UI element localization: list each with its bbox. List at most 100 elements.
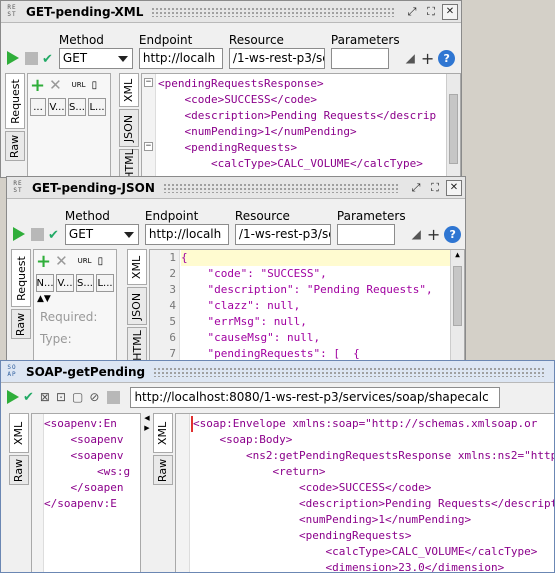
add-icon[interactable]: + — [421, 49, 434, 68]
xml-response-editor[interactable]: − − <pendingRequestsResponse> <code>SUCC… — [141, 73, 461, 177]
play-icon[interactable] — [13, 227, 25, 241]
resource-field[interactable]: /1-ws-rest-p3/se — [234, 224, 331, 245]
sort-arrows[interactable]: ▲▼ — [34, 294, 116, 304]
tab-html-label: HTML — [130, 329, 144, 361]
parameters-field[interactable] — [336, 224, 395, 245]
tab-xml[interactable]: XML — [119, 73, 139, 107]
endpoint-field[interactable]: http://localh — [144, 224, 229, 245]
window-get-pending-json: RE ST GET-pending-JSON ⤢ ⛶ ✕ ✔ Method GET… — [6, 176, 466, 362]
fold-icon[interactable]: − — [144, 78, 153, 87]
code-line: { — [181, 250, 450, 266]
endpoint-field[interactable]: http://localh — [138, 48, 223, 69]
titlebar[interactable]: RE ST GET-pending-JSON ⤢ ⛶ ✕ — [7, 177, 465, 199]
param-col-value[interactable]: V... — [48, 98, 66, 116]
tab-html[interactable]: HTML — [119, 149, 139, 177]
check-icon[interactable]: ✔ — [23, 390, 34, 405]
scroll-up-icon[interactable]: ▲ — [451, 250, 464, 259]
soap-response-editor[interactable]: <soap:Envelope xmlns:soap="http://schema… — [175, 413, 555, 572]
resource-field[interactable]: /1-ws-rest-p3/se — [228, 48, 325, 69]
window-get-pending-xml: RE ST GET-pending-XML ⤢ ⛶ ✕ ✔ Method GET … — [0, 0, 462, 178]
more-icon[interactable]: ▯ — [92, 80, 98, 91]
scrollbar-thumb[interactable] — [453, 266, 462, 326]
endpoint-group: Endpoint http://localh — [138, 33, 223, 69]
url-icon[interactable]: URL — [78, 257, 92, 265]
json-response-editor[interactable]: 1 2 3 4 5 6 7 { "code": "SUCCESS", "desc… — [149, 249, 465, 361]
param-col-name[interactable]: ... — [30, 98, 46, 116]
stop-icon[interactable] — [31, 228, 44, 241]
code-line: <code>SUCCESS</code> — [158, 93, 317, 106]
play-icon[interactable] — [7, 51, 19, 65]
tab-response-xml[interactable]: XML — [153, 413, 173, 453]
splitter-handle[interactable]: ◀ ▶ — [143, 413, 151, 572]
more-icon[interactable]: ▯ — [98, 256, 104, 267]
scrollbar-thumb[interactable] — [449, 94, 458, 164]
url-icon[interactable]: URL — [72, 81, 86, 89]
method-select[interactable]: GET — [64, 224, 139, 245]
tab-raw[interactable]: Raw — [11, 309, 31, 339]
drag-handle[interactable] — [162, 182, 400, 193]
tab-raw-label: Raw — [8, 134, 22, 158]
param-col-level[interactable]: L... — [96, 274, 114, 292]
tab-xml[interactable]: XML — [127, 249, 147, 285]
param-col-style[interactable]: S... — [68, 98, 86, 116]
tab-request[interactable]: Request — [11, 249, 31, 307]
param-col-level[interactable]: L... — [88, 98, 106, 116]
remove-param-icon[interactable]: ✕ — [49, 76, 62, 94]
check-icon[interactable]: ✔ — [42, 52, 53, 67]
code-line: <ns2:getPendingRequestsResponse xmlns:ns… — [193, 449, 555, 462]
request-toolbar: ✔ Method GET Endpoint http://localh Reso… — [1, 27, 461, 69]
parameters-field[interactable] — [330, 48, 389, 69]
drag-handle[interactable] — [153, 366, 546, 377]
param-options-icon[interactable]: ◢ — [412, 227, 421, 241]
tab-raw-label: Raw — [14, 312, 28, 336]
tab-xml-label: XML — [122, 78, 136, 102]
param-col-value[interactable]: V... — [56, 274, 74, 292]
close-icon[interactable]: ✕ — [442, 3, 458, 20]
vertical-scrollbar[interactable] — [446, 74, 460, 177]
add-to-testcase-icon[interactable]: ⊠ — [40, 390, 50, 404]
tab-html[interactable]: HTML — [127, 327, 147, 361]
tab-response-raw[interactable]: Raw — [153, 455, 173, 485]
stop-icon[interactable] — [25, 52, 38, 65]
param-col-name[interactable]: N... — [36, 274, 54, 292]
tab-request-xml[interactable]: XML — [9, 413, 29, 453]
add-param-icon[interactable]: + — [30, 75, 45, 96]
create-empty-icon[interactable]: ⊡ — [56, 390, 66, 404]
endpoint-field[interactable]: http://localhost:8080/1-ws-rest-p3/servi… — [130, 386, 501, 408]
remove-param-icon[interactable]: ✕ — [55, 252, 68, 270]
drag-handle[interactable] — [151, 6, 396, 17]
param-options-icon[interactable]: ◢ — [406, 51, 415, 65]
detach-icon[interactable]: ⤢ — [404, 4, 420, 20]
check-icon[interactable]: ✔ — [48, 228, 59, 243]
tab-response-raw-label: Raw — [156, 458, 170, 482]
titlebar[interactable]: SO AP SOAP-getPending — [1, 361, 554, 383]
abort-icon[interactable]: ⊘ — [89, 390, 99, 404]
vertical-scrollbar[interactable]: ▲ — [450, 250, 464, 361]
maximize-icon[interactable]: ⛶ — [427, 180, 443, 196]
method-select[interactable]: GET — [58, 48, 133, 69]
add-icon[interactable]: + — [427, 225, 440, 244]
tab-json[interactable]: JSON — [119, 109, 139, 147]
line-number: 2 — [169, 267, 176, 280]
detach-icon[interactable]: ⤢ — [408, 180, 424, 196]
soap-request-editor[interactable]: <soapenv:En <soapenv <soapenv <ws:g </so… — [31, 413, 141, 572]
tab-request-raw[interactable]: Raw — [9, 455, 29, 485]
fold-icon[interactable]: − — [144, 142, 153, 151]
tab-json[interactable]: JSON — [127, 287, 147, 325]
code-line: <description>Pending Requests</descripti — [193, 497, 555, 510]
maximize-icon[interactable]: ⛶ — [423, 4, 439, 20]
add-param-icon[interactable]: + — [36, 251, 51, 272]
tab-request[interactable]: Request — [5, 73, 25, 129]
rest-icon: RE ST — [13, 179, 23, 194]
param-col-style[interactable]: S... — [76, 274, 94, 292]
stop-icon[interactable] — [107, 390, 121, 404]
parameters-label: Parameters — [330, 33, 400, 47]
play-icon[interactable] — [7, 390, 19, 404]
help-icon[interactable]: ? — [444, 226, 462, 243]
clone-request-icon[interactable]: ▢ — [72, 390, 83, 404]
titlebar[interactable]: RE ST GET-pending-XML ⤢ ⛶ ✕ — [1, 1, 461, 23]
method-group: Method GET — [58, 33, 133, 69]
tab-raw[interactable]: Raw — [5, 131, 25, 161]
help-icon[interactable]: ? — [438, 50, 456, 67]
close-icon[interactable]: ✕ — [446, 179, 462, 196]
